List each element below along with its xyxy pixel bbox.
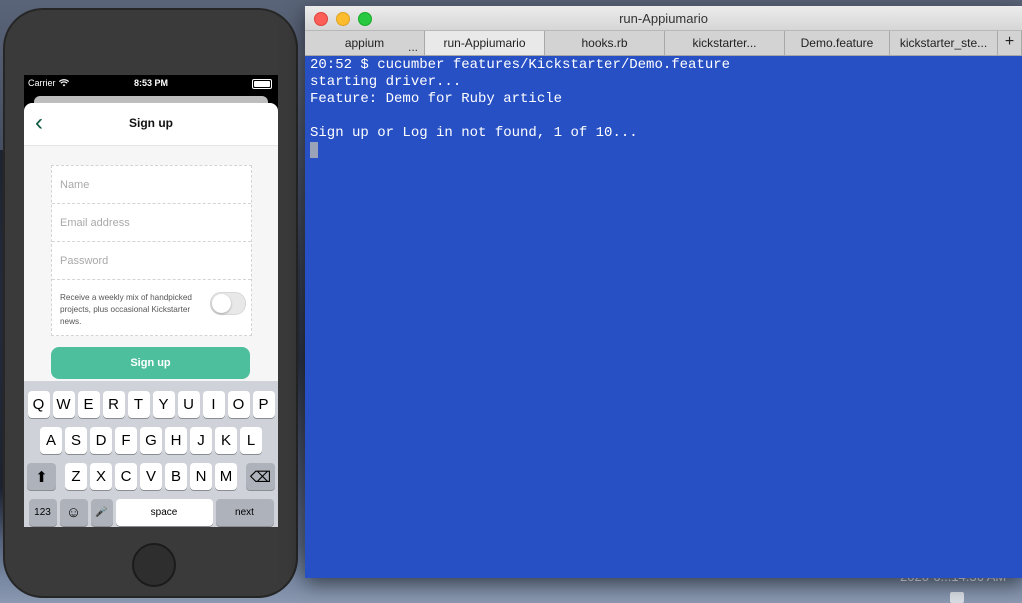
tab-more-indicator: ...: [407, 40, 418, 54]
tab-kickstarter-steps[interactable]: kickstarter_ste...: [890, 31, 998, 55]
key-n[interactable]: N: [190, 463, 212, 490]
key-k[interactable]: K: [215, 427, 237, 454]
signup-form: Receive a weekly mix of handpicked proje…: [51, 165, 252, 336]
key-c[interactable]: C: [115, 463, 137, 490]
status-time: 8:53 PM: [133, 78, 168, 88]
key-i[interactable]: I: [202, 391, 225, 418]
tab-appium[interactable]: appium ...: [305, 31, 425, 55]
keyboard-row-1: Q W E R T Y U I O P: [24, 391, 278, 418]
shift-key-icon[interactable]: ⬆: [27, 463, 56, 490]
home-button[interactable]: [132, 543, 176, 587]
password-input[interactable]: [52, 242, 251, 279]
newsletter-label: Receive a weekly mix of handpicked proje…: [60, 293, 192, 326]
tab-label: appium: [344, 36, 385, 50]
key-j[interactable]: J: [190, 427, 212, 454]
name-input[interactable]: [52, 166, 251, 203]
output-line: 20:52 $ cucumber features/Kickstarter/De…: [310, 57, 731, 73]
signup-button[interactable]: Sign up: [51, 347, 250, 379]
window-titlebar[interactable]: run-Appiumario: [305, 6, 1022, 31]
newsletter-row: Receive a weekly mix of handpicked proje…: [52, 280, 251, 335]
key-b[interactable]: B: [165, 463, 187, 490]
email-field-row: [52, 204, 251, 242]
output-line: Sign up or Log in not found, 1 of 10...: [310, 125, 638, 141]
key-z[interactable]: Z: [65, 463, 87, 490]
output-line: Feature: Demo for Ruby article: [310, 91, 563, 107]
key-g[interactable]: G: [140, 427, 162, 454]
tab-label: hooks.rb: [581, 36, 628, 50]
tab-label: kickstarter_ste...: [899, 36, 988, 50]
window-title: run-Appiumario: [619, 11, 708, 26]
terminal-output[interactable]: 20:52 $ cucumber features/Kickstarter/De…: [310, 57, 730, 160]
key-d[interactable]: D: [90, 427, 112, 454]
tab-run-appiumario[interactable]: run-Appiumario: [425, 31, 545, 55]
key-u[interactable]: U: [177, 391, 200, 418]
key-x[interactable]: X: [90, 463, 112, 490]
key-o[interactable]: O: [227, 391, 250, 418]
tab-label: run-Appiumario: [443, 36, 526, 50]
key-q[interactable]: Q: [27, 391, 50, 418]
numbers-key[interactable]: 123: [28, 499, 57, 526]
key-m[interactable]: M: [215, 463, 237, 490]
output-line: starting driver...: [310, 74, 462, 90]
tab-label: kickstarter...: [692, 36, 757, 50]
space-key[interactable]: space: [115, 499, 213, 526]
microphone-key-icon[interactable]: 🎤: [90, 499, 113, 526]
battery-icon: [252, 79, 272, 89]
tab-kickstarter[interactable]: kickstarter...: [665, 31, 785, 55]
newsletter-toggle[interactable]: [210, 292, 246, 315]
next-key[interactable]: next: [215, 499, 274, 526]
tab-demo-feature[interactable]: Demo.feature: [785, 31, 890, 55]
keyboard-row-4: 123 ☺ 🎤 space next: [24, 499, 278, 526]
key-v[interactable]: V: [140, 463, 162, 490]
new-tab-plus-icon[interactable]: +: [998, 31, 1022, 55]
text-cursor: [310, 142, 318, 158]
toggle-knob: [212, 294, 231, 313]
desktop-file-icon[interactable]: [950, 592, 964, 603]
key-e[interactable]: E: [77, 391, 100, 418]
ios-keyboard: Q W E R T Y U I O P A S D F G H J K L ⬆ …: [24, 381, 278, 527]
key-w[interactable]: W: [52, 391, 75, 418]
key-p[interactable]: P: [252, 391, 275, 418]
email-input[interactable]: [52, 204, 251, 241]
key-y[interactable]: Y: [152, 391, 175, 418]
key-f[interactable]: F: [115, 427, 137, 454]
tab-bar: appium ... run-Appiumario hooks.rb kicks…: [305, 31, 1022, 56]
keyboard-row-2: A S D F G H J K L: [24, 427, 278, 454]
navigation-bar: ‹ Sign up: [24, 103, 278, 146]
tab-label: Demo.feature: [800, 36, 874, 50]
page-title: Sign up: [129, 116, 173, 130]
key-t[interactable]: T: [127, 391, 150, 418]
name-field-row: [52, 166, 251, 204]
backspace-key-icon[interactable]: ⌫: [246, 463, 275, 490]
keyboard-row-3: ⬆ Z X C V B N M ⌫: [24, 463, 278, 490]
password-field-row: [52, 242, 251, 280]
signup-sheet: ‹ Sign up Receive a weekly mix of handpi…: [24, 103, 278, 527]
emoji-key-icon[interactable]: ☺: [59, 499, 88, 526]
key-h[interactable]: H: [165, 427, 187, 454]
status-bar: Carrier 8:53 PM: [24, 75, 278, 92]
tab-hooks-rb[interactable]: hooks.rb: [545, 31, 665, 55]
device-screen: Carrier 8:53 PM ‹ Sign up Name Email add…: [24, 75, 278, 527]
key-s[interactable]: S: [65, 427, 87, 454]
key-a[interactable]: A: [40, 427, 62, 454]
key-r[interactable]: R: [102, 391, 125, 418]
terminal-window: run-Appiumario appium ... run-Appiumario…: [305, 6, 1022, 578]
key-l[interactable]: L: [240, 427, 262, 454]
